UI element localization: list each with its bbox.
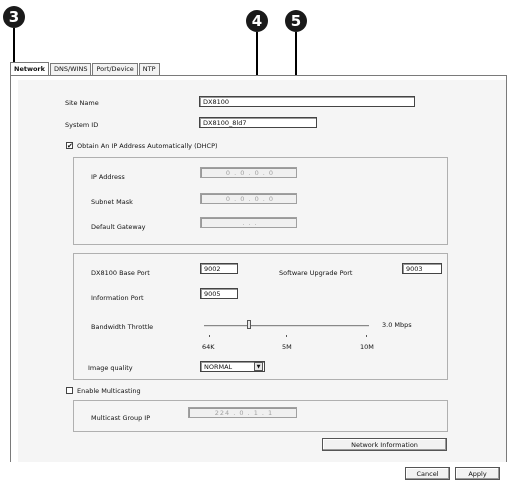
tick-label-5m: 5M <box>282 343 292 351</box>
callout-3-badge: 3 <box>3 6 25 28</box>
callout-4-badge: 4 <box>246 10 268 32</box>
slider-tick <box>366 335 367 337</box>
tab-network[interactable]: Network <box>10 62 49 75</box>
site-name-input[interactable]: DX8100 <box>199 96 415 107</box>
callout-5-badge: 5 <box>285 10 307 32</box>
multicast-group-ip-label: Multicast Group IP <box>91 414 151 422</box>
tab-dns-wins[interactable]: DNS/WINS <box>49 63 92 75</box>
multicast-checkbox[interactable] <box>66 387 73 394</box>
tab-ntp[interactable]: NTP <box>138 63 160 75</box>
base-port-input[interactable]: 9002 <box>200 263 238 274</box>
subnet-mask-input[interactable]: 0 . 0 . 0 . 0 <box>200 193 297 204</box>
tab-port-device[interactable]: Port/Device <box>92 63 138 75</box>
system-id-label: System ID <box>65 121 99 129</box>
slider-tick <box>286 335 287 337</box>
site-name-label: Site Name <box>65 99 99 107</box>
network-information-button[interactable]: Network Information <box>322 438 447 451</box>
apply-button[interactable]: Apply <box>455 467 500 480</box>
bandwidth-slider-thumb[interactable] <box>246 320 251 329</box>
multicast-group-ip-input[interactable]: 224 . 0 . 1 . 1 <box>188 407 297 418</box>
chevron-down-icon[interactable]: ▼ <box>254 362 263 371</box>
tab-strip: Network DNS/WINS Port/Device NTP <box>10 62 161 75</box>
default-gateway-input[interactable]: . . . <box>200 217 297 228</box>
ip-address-input[interactable]: 0 . 0 . 0 . 0 <box>200 167 297 178</box>
dhcp-label: Obtain An IP Address Automatically (DHCP… <box>77 142 218 150</box>
information-port-input[interactable]: 9005 <box>200 288 238 299</box>
cancel-button[interactable]: Cancel <box>405 467 450 480</box>
bandwidth-throttle-label: Bandwidth Throttle <box>91 323 154 331</box>
upgrade-port-label: Software Upgrade Port <box>279 269 353 277</box>
subnet-mask-label: Subnet Mask <box>91 198 133 206</box>
tick-label-10m: 10M <box>360 343 374 351</box>
multicast-label: Enable Multicasting <box>77 387 141 395</box>
bandwidth-value: 3.0 Mbps <box>382 321 412 329</box>
slider-tick <box>209 335 210 337</box>
tick-label-64k: 64K <box>202 343 215 351</box>
information-port-label: Information Port <box>91 294 144 302</box>
bandwidth-slider-track[interactable] <box>204 325 369 327</box>
system-id-input[interactable]: DX8100_8ld7 <box>199 117 317 128</box>
image-quality-label: Image quality <box>88 364 133 372</box>
ip-address-label: IP Address <box>91 173 125 181</box>
default-gateway-label: Default Gateway <box>91 223 146 231</box>
dhcp-checkbox[interactable]: ✔ <box>66 142 73 150</box>
upgrade-port-input[interactable]: 9003 <box>402 263 442 274</box>
base-port-label: DX8100 Base Port <box>91 269 150 277</box>
